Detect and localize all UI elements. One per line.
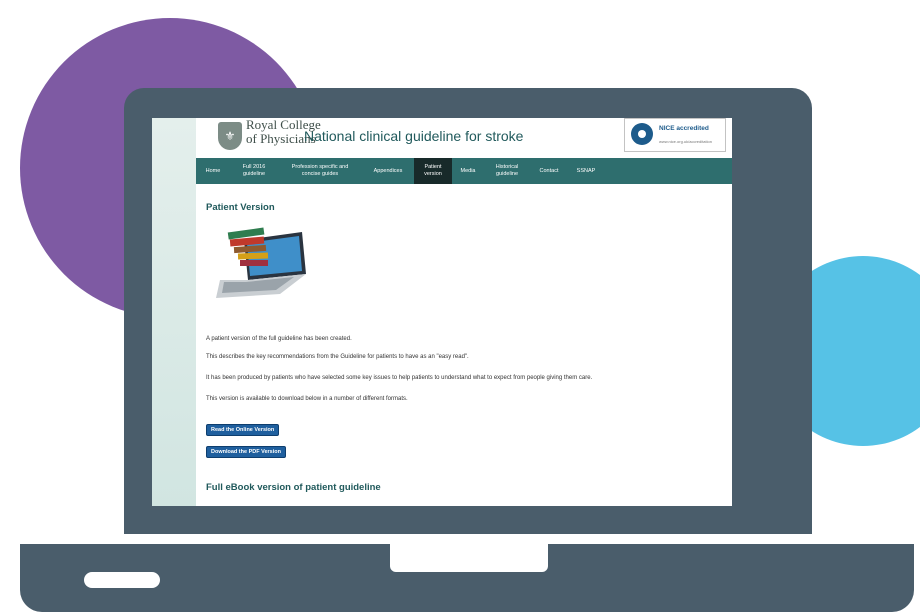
nice-accredited-badge: NICE accredited www.nice.org.uk/accredit… — [624, 118, 726, 152]
nav-item-historical[interactable]: Historical guideline — [484, 158, 530, 184]
nice-badge-subtext: www.nice.org.uk/accreditation — [659, 139, 712, 144]
nav-item-appendices[interactable]: Appendices — [362, 158, 414, 184]
screen-background-left — [152, 118, 196, 506]
nav-item-patient-version[interactable]: Patient version — [414, 158, 452, 184]
nice-badge-text: NICE accredited — [659, 125, 709, 132]
nav-item-profession-guides[interactable]: Profession specific and concise guides — [278, 158, 362, 184]
ebook-heading: Full eBook version of patient guideline — [206, 482, 381, 493]
download-pdf-button[interactable]: Download the PDF Version — [206, 446, 286, 458]
nav-item-ssnap[interactable]: SSNAP — [568, 158, 604, 184]
read-online-button[interactable]: Read the Online Version — [206, 424, 280, 436]
nav-item-contact[interactable]: Contact — [530, 158, 568, 184]
nav-item-full-guideline[interactable]: Full 2016 guideline — [230, 158, 278, 184]
paragraph-4: This version is available to download be… — [206, 396, 408, 402]
paragraph-2: This describes the key recommendations f… — [206, 354, 469, 360]
laptop-with-books-icon — [216, 227, 306, 298]
crest-icon: ⚜ — [218, 122, 242, 150]
paragraph-3: It has been produced by patients who hav… — [206, 375, 593, 381]
site-title: National clinical guideline for stroke — [304, 128, 524, 144]
nav-item-home[interactable]: Home — [196, 158, 230, 184]
web-page: ⚜ Royal College of Physicians National c… — [196, 118, 732, 506]
laptop-screen: ⚜ Royal College of Physicians National c… — [152, 118, 732, 506]
page-heading: Patient Version — [206, 202, 275, 213]
paragraph-1: A patient version of the full guideline … — [206, 336, 352, 342]
main-nav: Home Full 2016 guideline Profession spec… — [196, 158, 732, 184]
nice-logo-icon — [631, 123, 653, 145]
site-header: ⚜ Royal College of Physicians National c… — [196, 118, 732, 158]
nav-item-media[interactable]: Media — [452, 158, 484, 184]
laptop-notch — [390, 544, 548, 572]
laptop-indicator-light — [84, 572, 160, 588]
